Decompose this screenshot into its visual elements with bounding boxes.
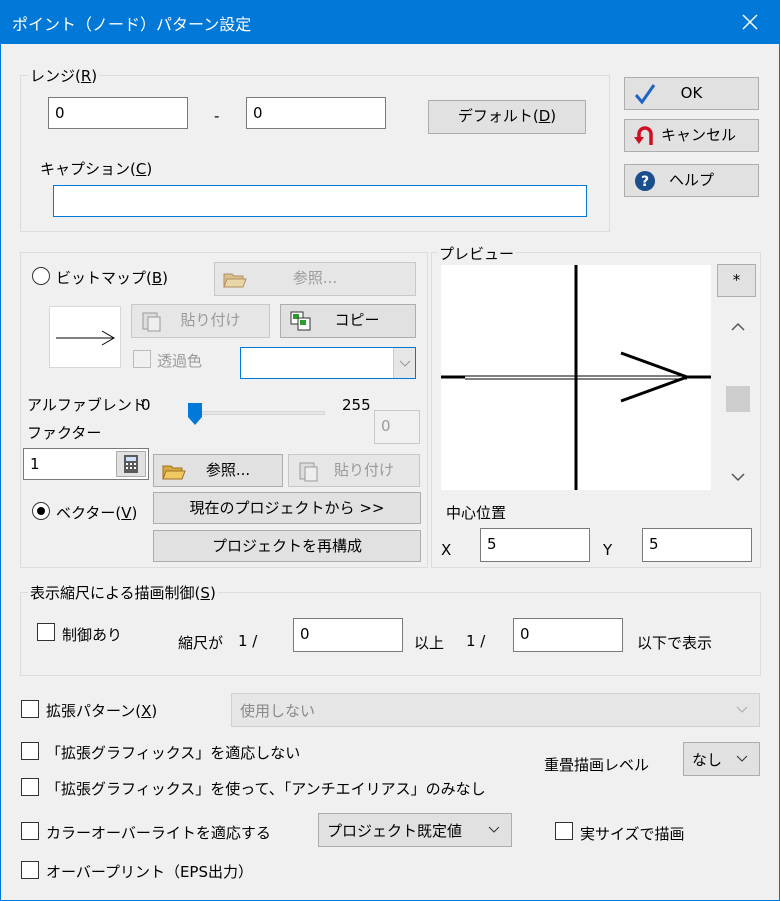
vector-browse-button[interactable]: 参照... [153, 454, 283, 487]
chevron-up-icon[interactable] [724, 316, 752, 336]
transparent-checkbox[interactable] [133, 350, 151, 368]
center-position-label: 中心位置 [446, 504, 507, 522]
preview-scrollbar[interactable] [724, 306, 752, 490]
folder-icon [162, 465, 186, 480]
alpha-slider-track[interactable] [188, 411, 325, 415]
alpha-factor-input[interactable]: 1 [23, 448, 149, 480]
alpha-value-box: 0 [374, 410, 420, 444]
no-extended-graphics-checkbox[interactable] [21, 742, 39, 760]
center-x-input[interactable]: 5 [480, 528, 590, 562]
antialias-only-label: 「拡張グラフィックス」を使って、「アンチエイリアス」のみなし [46, 780, 486, 798]
no-extended-graphics-label: 「拡張グラフィックス」を適応しない [46, 744, 301, 762]
overprint-checkbox[interactable] [21, 861, 39, 879]
bitmap-radio[interactable] [32, 267, 50, 285]
cancel-button[interactable]: キャンセル [624, 119, 759, 152]
actual-size-checkbox[interactable] [555, 822, 573, 840]
alpha-min: 0 [141, 396, 151, 414]
caption-input[interactable] [53, 185, 587, 217]
close-icon [742, 14, 758, 30]
arrow-preview-icon [441, 265, 711, 490]
preview-canvas [441, 265, 711, 490]
scale-control-checkbox[interactable] [37, 623, 55, 641]
from-project-button[interactable]: 現在のプロジェクトから >> [153, 492, 421, 524]
ratio-one-1: 1 / [238, 632, 258, 650]
range-from-input[interactable]: 0 [48, 97, 188, 129]
preview-star-button[interactable]: * [717, 264, 756, 297]
paste-icon [142, 312, 161, 332]
antialias-only-checkbox[interactable] [21, 778, 39, 796]
checkmark-icon [634, 84, 656, 105]
bitmap-browse-button[interactable]: 参照... [214, 262, 416, 296]
overlap-level-select[interactable]: なし [683, 742, 760, 776]
scale-max-input[interactable]: 0 [513, 618, 623, 652]
extended-pattern-checkbox[interactable] [21, 700, 39, 718]
center-y-label: Y [603, 541, 613, 559]
calculator-icon [124, 455, 138, 473]
folder-icon [223, 273, 247, 288]
bitmap-thumbnail [49, 306, 121, 368]
close-button[interactable] [720, 0, 780, 44]
transparent-label: 透過色 [157, 352, 203, 370]
range-to-input[interactable]: 0 [246, 97, 386, 129]
scale-control-label: 制御あり [62, 626, 123, 644]
help-button[interactable]: ? ヘルプ [624, 164, 759, 197]
chevron-down-icon[interactable] [724, 468, 752, 488]
scrollbar-thumb[interactable] [726, 386, 750, 412]
alpha-label-2: ファクター [27, 424, 102, 442]
svg-text:?: ? [641, 174, 649, 190]
below-label: 以下で表示 [637, 634, 713, 652]
center-x-label: X [441, 541, 452, 559]
range-dash: - [214, 107, 220, 125]
color-overwrite-checkbox[interactable] [21, 822, 39, 840]
copy-button[interactable]: コピー [280, 304, 416, 338]
copy-icon [290, 311, 311, 331]
scale-group-label: 表示縮尺による描画制御(S) [28, 582, 218, 603]
vector-label: ベクター(V) [56, 504, 138, 522]
ratio-label: 縮尺が [178, 634, 224, 652]
alpha-label-1: アルファブレンド [27, 396, 147, 414]
window-title: ポイント（ノード）パターン設定 [12, 15, 252, 34]
vector-radio[interactable] [32, 502, 50, 520]
bitmap-paste-button[interactable]: 貼り付け [131, 304, 270, 338]
bitmap-label: ビットマップ(B) [56, 269, 169, 287]
extended-pattern-select[interactable]: 使用しない [231, 693, 760, 727]
alpha-max: 255 [342, 396, 371, 414]
chevron-down-icon [488, 826, 500, 833]
overlap-level-label: 重畳描画レベル [544, 756, 650, 774]
arrow-right-icon [56, 330, 115, 346]
transparent-color-select[interactable] [240, 347, 416, 379]
overprint-label: オーバープリント（EPS出力） [46, 863, 253, 881]
preview-label: プレビュー [437, 243, 517, 264]
default-button[interactable]: デフォルト(D) [428, 100, 586, 134]
scale-min-input[interactable]: 0 [293, 618, 403, 652]
rebuild-project-button[interactable]: プロジェクトを再構成 [153, 530, 421, 562]
title-bar: ポイント（ノード）パターン設定 [0, 0, 780, 44]
chevron-down-icon [736, 755, 748, 762]
ratio-one-2: 1 / [466, 632, 486, 650]
color-overwrite-select[interactable]: プロジェクト既定値 [318, 813, 512, 847]
center-y-input[interactable]: 5 [642, 528, 752, 562]
vector-paste-button[interactable]: 貼り付け [288, 454, 420, 487]
actual-size-label: 実サイズで描画 [580, 825, 685, 843]
range-group-label: レンジ(R) [28, 65, 100, 86]
paste-icon [299, 462, 318, 482]
caption-label: キャプション(C) [40, 160, 153, 178]
help-icon: ? [635, 171, 655, 191]
undo-arrow-icon [634, 126, 653, 145]
alpha-slider-thumb[interactable] [186, 403, 204, 425]
chevron-down-icon [399, 360, 411, 367]
above-label: 以上 [414, 634, 445, 652]
color-overwrite-label: カラーオーバーライトを適応する [46, 824, 271, 842]
extended-pattern-label: 拡張パターン(X) [46, 702, 158, 720]
ok-button[interactable]: OK [624, 77, 759, 110]
chevron-down-icon [736, 706, 748, 713]
